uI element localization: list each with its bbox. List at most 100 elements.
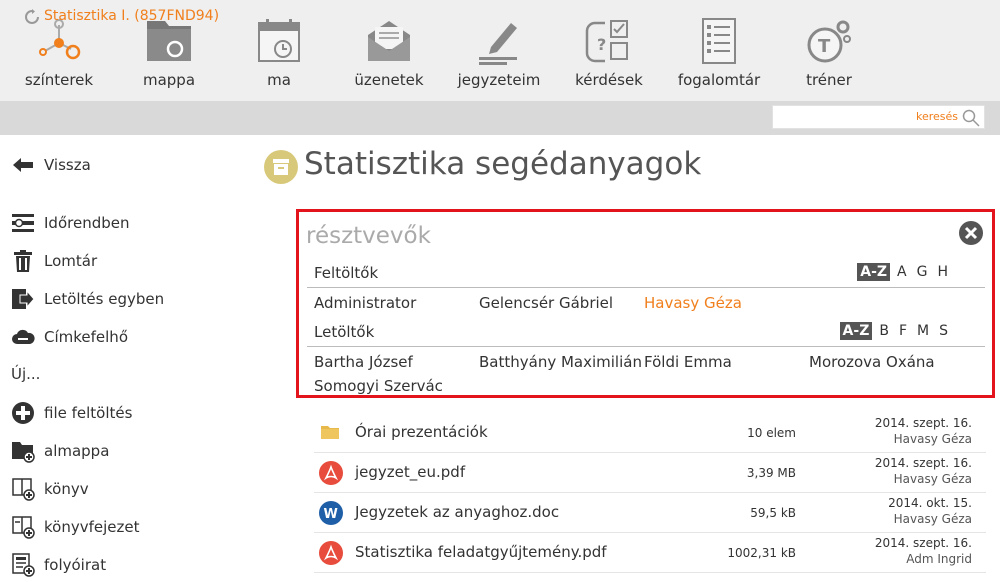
sidebar-item-idorendben[interactable]: Időrendben bbox=[11, 209, 129, 237]
participants-title: résztvevők bbox=[306, 223, 431, 249]
downloader-name[interactable]: Batthyány Maximilián bbox=[479, 353, 642, 371]
journal-add-icon bbox=[12, 553, 35, 577]
glossary-icon bbox=[702, 18, 736, 64]
folder-add-icon bbox=[12, 442, 35, 463]
downloader-name[interactable]: Somogyi Szervác bbox=[314, 377, 443, 395]
nav-label: mappa bbox=[142, 71, 196, 89]
sidebar-item-konyv[interactable]: könyv bbox=[11, 475, 89, 503]
sort-letter[interactable]: S bbox=[936, 322, 951, 340]
file-date: 2014. szept. 16. bbox=[874, 536, 972, 550]
page-title: Statisztika segédanyagok bbox=[304, 146, 702, 182]
file-size: 10 elem bbox=[747, 426, 796, 440]
sort-letter[interactable]: G bbox=[914, 263, 931, 281]
sidebar-item-label: Címkefelhő bbox=[44, 328, 128, 346]
file-date: 2014. szept. 16. bbox=[874, 416, 972, 430]
divider bbox=[307, 287, 985, 288]
folder-icon bbox=[147, 21, 191, 61]
sidebar-item-label: könyvfejezet bbox=[44, 518, 140, 536]
chapter-add-icon bbox=[12, 516, 35, 539]
nav-label: jegyzeteim bbox=[457, 71, 541, 89]
plus-circle-icon bbox=[12, 402, 34, 424]
file-row[interactable]: jegyzet_eu.pdf 3,39 MB 2014. szept. 16. … bbox=[314, 453, 986, 493]
file-row[interactable]: Statisztika feladatgyűjtemény.pdf 1002,3… bbox=[314, 533, 986, 573]
file-date: 2014. szept. 16. bbox=[874, 456, 972, 470]
nav-item-trener[interactable]: T tréner bbox=[774, 0, 884, 101]
pdf-icon bbox=[319, 541, 343, 565]
search-icon[interactable] bbox=[962, 109, 980, 127]
sidebar-item-label: folyóirat bbox=[44, 556, 107, 574]
envelope-icon bbox=[368, 21, 410, 61]
downloaders-label: Letöltők bbox=[314, 323, 375, 341]
file-name[interactable]: Statisztika feladatgyűjtemény.pdf bbox=[355, 543, 607, 561]
breadcrumb[interactable]: Statisztika I. (857FND94) bbox=[24, 8, 219, 24]
sidebar-item-letoltes-egyben[interactable]: Letöltés egyben bbox=[11, 285, 164, 313]
sidebar-item-folyoirat[interactable]: folyóirat bbox=[11, 551, 106, 579]
nav-label: ma bbox=[267, 71, 291, 89]
uploader-name-highlighted[interactable]: Havasy Géza bbox=[644, 294, 742, 312]
downloader-name[interactable]: Morozova Oxána bbox=[809, 353, 935, 371]
downloader-name[interactable]: Földi Emma bbox=[644, 353, 732, 371]
timeline-icon bbox=[12, 214, 34, 232]
uploader-name[interactable]: Gelencsér Gábriel bbox=[479, 294, 613, 312]
sort-letter[interactable]: M bbox=[914, 322, 932, 340]
search-input[interactable]: keresés bbox=[772, 105, 985, 129]
svg-text:T: T bbox=[818, 36, 831, 57]
nav-label: üzenetek bbox=[354, 71, 424, 89]
file-row[interactable]: W Jegyzetek az anyaghoz.doc 59,5 kB 2014… bbox=[314, 493, 986, 533]
file-name[interactable]: Jegyzetek az anyaghoz.doc bbox=[355, 503, 559, 521]
back-link[interactable]: Vissza bbox=[11, 151, 91, 179]
sort-letter[interactable]: A bbox=[894, 263, 910, 281]
uploaders-sort: A-Z A G H bbox=[853, 263, 951, 281]
sort-letter[interactable]: B bbox=[876, 322, 892, 340]
divider bbox=[307, 346, 985, 347]
file-owner[interactable]: Adm Ingrid bbox=[906, 552, 972, 566]
trainer-icon: T bbox=[807, 20, 851, 63]
downloader-name[interactable]: Bartha József bbox=[314, 353, 413, 371]
network-icon bbox=[39, 19, 81, 60]
trash-icon bbox=[14, 250, 32, 272]
new-section-label: Új... bbox=[11, 365, 41, 383]
file-size: 3,39 MB bbox=[746, 466, 796, 480]
file-owner[interactable]: Havasy Géza bbox=[894, 472, 972, 486]
nav-item-fogalomtar[interactable]: fogalomtár bbox=[664, 0, 774, 101]
file-owner[interactable]: Havasy Géza bbox=[894, 432, 972, 446]
word-icon: W bbox=[319, 501, 343, 525]
close-icon[interactable] bbox=[958, 220, 984, 246]
sidebar-item-label: file feltöltés bbox=[44, 404, 133, 422]
nav-label: színterek bbox=[24, 71, 94, 89]
sidebar-item-almappa[interactable]: almappa bbox=[11, 437, 109, 465]
nav-item-kerdesek[interactable]: ? kérdések bbox=[554, 0, 664, 101]
breadcrumb-label: Statisztika I. (857FND94) bbox=[44, 8, 220, 24]
file-row[interactable]: Órai prezentációk 10 elem 2014. szept. 1… bbox=[314, 413, 986, 453]
file-owner[interactable]: Havasy Géza bbox=[894, 512, 972, 526]
sidebar-item-lomtar[interactable]: Lomtár bbox=[11, 247, 97, 275]
sidebar-item-label: Letöltés egyben bbox=[44, 290, 165, 308]
nav-label: fogalomtár bbox=[677, 71, 761, 89]
calendar-icon bbox=[258, 19, 300, 62]
sort-az[interactable]: A-Z bbox=[839, 322, 873, 340]
questions-icon: ? bbox=[585, 20, 628, 63]
file-name[interactable]: jegyzet_eu.pdf bbox=[355, 463, 465, 481]
file-name[interactable]: Órai prezentációk bbox=[355, 423, 488, 441]
svg-text:W: W bbox=[324, 507, 338, 522]
sidebar-item-label: Lomtár bbox=[44, 252, 98, 270]
folder-icon bbox=[321, 426, 339, 439]
refresh-icon bbox=[25, 9, 39, 24]
uploaders-label: Feltöltők bbox=[314, 264, 379, 282]
file-size: 1002,31 kB bbox=[727, 546, 796, 560]
nav-item-uzenetek[interactable]: üzenetek bbox=[334, 0, 444, 101]
sidebar-item-label: Időrendben bbox=[44, 214, 130, 232]
file-size: 59,5 kB bbox=[750, 506, 796, 520]
nav-item-ma[interactable]: ma bbox=[224, 0, 334, 101]
sidebar-item-konyvfejezet[interactable]: könyvfejezet bbox=[11, 513, 139, 541]
sort-az[interactable]: A-Z bbox=[857, 263, 891, 281]
participants-panel: résztvevők Feltöltők A-Z A G H Administr… bbox=[296, 209, 995, 398]
sort-letter[interactable]: F bbox=[896, 322, 910, 340]
archive-icon bbox=[264, 150, 298, 184]
sort-letter[interactable]: H bbox=[934, 263, 951, 281]
uploader-name[interactable]: Administrator bbox=[314, 294, 416, 312]
sidebar-item-cimkefelho[interactable]: Címkefelhő bbox=[11, 323, 128, 351]
arrow-left-icon bbox=[13, 158, 33, 172]
sidebar-item-file-feltoltes[interactable]: file feltöltés bbox=[11, 399, 132, 427]
nav-item-jegyzeteim[interactable]: jegyzeteim bbox=[444, 0, 554, 101]
